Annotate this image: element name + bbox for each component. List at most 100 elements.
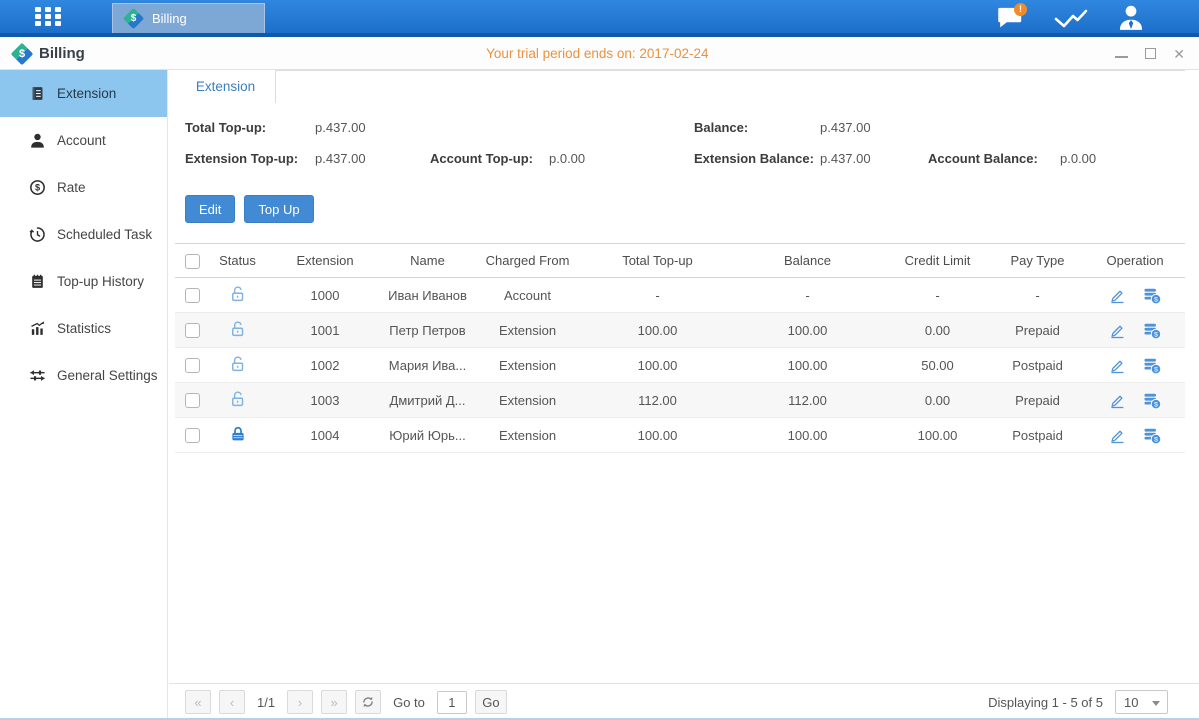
sidebar-item-label: Rate bbox=[57, 180, 86, 195]
pay-type-cell: Postpaid bbox=[990, 348, 1085, 383]
billing-diamond-icon: $ bbox=[124, 9, 143, 28]
row-checkbox[interactable] bbox=[185, 393, 200, 408]
go-button[interactable]: Go bbox=[475, 690, 507, 714]
close-button[interactable]: ✕ bbox=[1173, 47, 1185, 61]
edit-row-button[interactable] bbox=[1108, 321, 1126, 339]
first-page-button[interactable]: « bbox=[185, 690, 211, 714]
row-checkbox[interactable] bbox=[185, 428, 200, 443]
prev-page-button[interactable]: ‹ bbox=[219, 690, 245, 714]
row-checkbox[interactable] bbox=[185, 358, 200, 373]
refresh-button[interactable] bbox=[355, 690, 381, 714]
maximize-button[interactable] bbox=[1145, 48, 1156, 59]
page-indicator: 1/1 bbox=[257, 695, 275, 710]
status-unlocked-icon[interactable] bbox=[229, 396, 247, 411]
status-unlocked-icon[interactable] bbox=[229, 291, 247, 306]
pagination-bar: « ‹ 1/1 › » Go to Go Displayi bbox=[169, 683, 1199, 720]
topup-coins-icon: $ bbox=[1142, 391, 1162, 410]
credit-limit-cell: 0.00 bbox=[885, 383, 990, 418]
sidebar-item-label: Top-up History bbox=[57, 274, 144, 289]
select-all-checkbox[interactable] bbox=[185, 254, 200, 269]
extension-topup-label: Extension Top-up: bbox=[185, 151, 298, 166]
total-topup-value: p.437.00 bbox=[315, 120, 366, 135]
clock-icon bbox=[29, 226, 46, 243]
pay-type-cell: Prepaid bbox=[990, 383, 1085, 418]
topup-row-button[interactable]: $ bbox=[1142, 391, 1162, 410]
edit-row-button[interactable] bbox=[1108, 356, 1126, 374]
col-pay-type: Pay Type bbox=[990, 244, 1085, 278]
edit-row-button[interactable] bbox=[1108, 426, 1126, 444]
sidebar-item-extension[interactable]: Extension bbox=[0, 70, 167, 117]
extension-cell: 1002 bbox=[265, 348, 385, 383]
total-topup-cell: 100.00 bbox=[585, 418, 730, 453]
notifications-button[interactable]: ! bbox=[991, 2, 1029, 32]
extension-cell: 1003 bbox=[265, 383, 385, 418]
account-balance-value: p.0.00 bbox=[1060, 151, 1096, 166]
account-topup-label: Account Top-up: bbox=[430, 151, 533, 166]
sidebar-item-label: Statistics bbox=[57, 321, 111, 336]
topup-row-button[interactable]: $ bbox=[1142, 426, 1162, 445]
edit-pencil-icon bbox=[1108, 391, 1126, 409]
edit-button[interactable]: Edit bbox=[185, 195, 235, 223]
next-page-button[interactable]: › bbox=[287, 690, 313, 714]
topup-coins-icon: $ bbox=[1142, 356, 1162, 375]
topup-coins-icon: $ bbox=[1142, 321, 1162, 340]
billing-app-window: $ Billing ! $ bbox=[0, 0, 1199, 720]
sidebar-item-statistics[interactable]: Statistics bbox=[0, 305, 167, 352]
sidebar-item-rate[interactable]: $ Rate bbox=[0, 164, 167, 211]
name-cell: Юрий Юрь... bbox=[385, 418, 470, 453]
app-grid-icon[interactable] bbox=[35, 7, 71, 27]
charged-from-cell: Extension bbox=[470, 348, 585, 383]
topup-row-button[interactable]: $ bbox=[1142, 356, 1162, 375]
sidebar-item-label: Extension bbox=[57, 86, 116, 101]
status-unlocked-icon[interactable] bbox=[229, 361, 247, 376]
user-icon bbox=[29, 132, 46, 149]
extension-table: Status Extension Name Charged From Total… bbox=[175, 243, 1185, 453]
edit-pencil-icon bbox=[1108, 321, 1126, 339]
status-unlocked-icon[interactable] bbox=[229, 326, 247, 341]
name-cell: Дмитрий Д... bbox=[385, 383, 470, 418]
topbar-tab-billing[interactable]: $ Billing bbox=[112, 3, 265, 33]
topup-row-button[interactable]: $ bbox=[1142, 321, 1162, 340]
pay-type-cell: Postpaid bbox=[990, 418, 1085, 453]
tab-extension[interactable]: Extension bbox=[176, 70, 276, 103]
goto-page-input[interactable] bbox=[437, 691, 467, 714]
refresh-icon bbox=[361, 695, 375, 709]
status-locked-icon[interactable] bbox=[229, 431, 247, 446]
name-cell: Мария Ива... bbox=[385, 348, 470, 383]
topup-row-button[interactable]: $ bbox=[1142, 286, 1162, 305]
name-cell: Петр Петров bbox=[385, 313, 470, 348]
edit-pencil-icon bbox=[1108, 356, 1126, 374]
last-page-button[interactable]: » bbox=[321, 690, 347, 714]
row-checkbox[interactable] bbox=[185, 288, 200, 303]
credit-limit-cell: 0.00 bbox=[885, 313, 990, 348]
monitor-button[interactable] bbox=[1052, 2, 1090, 32]
edit-row-button[interactable] bbox=[1108, 286, 1126, 304]
edit-row-button[interactable] bbox=[1108, 391, 1126, 409]
total-topup-cell: - bbox=[585, 278, 730, 313]
charged-from-cell: Extension bbox=[470, 418, 585, 453]
app-title-label: Billing bbox=[39, 45, 85, 62]
account-balance-label: Account Balance: bbox=[928, 151, 1038, 166]
row-checkbox[interactable] bbox=[185, 323, 200, 338]
page-size-select[interactable]: 10 bbox=[1115, 690, 1168, 714]
balance-cell: 100.00 bbox=[730, 313, 885, 348]
sidebar-item-scheduled-task[interactable]: Scheduled Task bbox=[0, 211, 167, 258]
topbar: $ Billing ! bbox=[0, 0, 1199, 33]
account-button[interactable] bbox=[1112, 2, 1150, 32]
sidebar-item-topup-history[interactable]: Top-up History bbox=[0, 258, 167, 305]
pay-type-cell: - bbox=[990, 278, 1085, 313]
topup-button[interactable]: Top Up bbox=[244, 195, 313, 223]
billing-diamond-icon: $ bbox=[12, 44, 32, 64]
bar-chart-icon bbox=[29, 320, 46, 337]
edit-pencil-icon bbox=[1108, 286, 1126, 304]
account-topup-value: p.0.00 bbox=[549, 151, 585, 166]
summary-stats: Total Top-up: p.437.00 Balance: p.437.00… bbox=[169, 103, 1199, 193]
sidebar-item-account[interactable]: Account bbox=[0, 117, 167, 164]
minimize-button[interactable] bbox=[1115, 56, 1128, 58]
credit-limit-cell: 100.00 bbox=[885, 418, 990, 453]
sidebar-item-general-settings[interactable]: General Settings bbox=[0, 352, 167, 399]
balance-cell: 112.00 bbox=[730, 383, 885, 418]
extension-cell: 1001 bbox=[265, 313, 385, 348]
col-operation: Operation bbox=[1085, 244, 1185, 278]
total-topup-cell: 100.00 bbox=[585, 348, 730, 383]
